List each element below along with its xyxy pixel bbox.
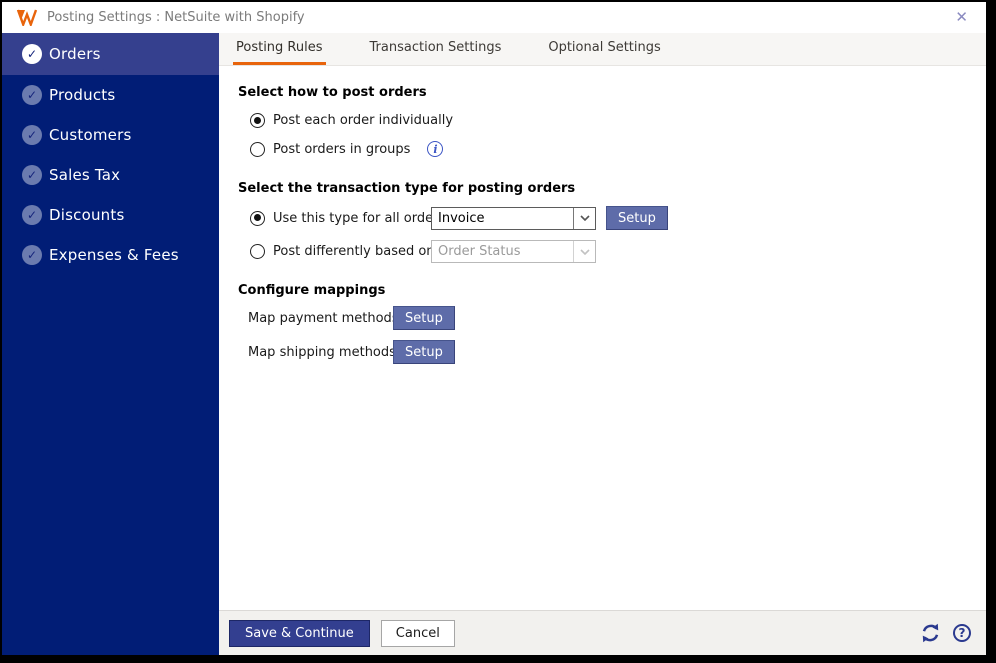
sidebar-item-label: Orders — [49, 45, 101, 63]
section-heading-transaction-type: Select the transaction type for posting … — [238, 181, 576, 196]
sidebar-item-customers[interactable]: ✓ Customers — [2, 115, 219, 155]
radio-label: Use this type for all orders: — [273, 210, 450, 226]
sidebar-item-label: Expenses & Fees — [49, 246, 179, 264]
section-heading-configure-mappings: Configure mappings — [238, 283, 386, 298]
tab-posting-rules[interactable]: Posting Rules — [233, 33, 326, 65]
section-heading-post-method: Select how to post orders — [238, 85, 427, 100]
check-circle-icon: ✓ — [22, 245, 42, 265]
window-title: Posting Settings : NetSuite with Shopify — [47, 10, 305, 25]
radio-post-individually[interactable] — [250, 113, 265, 128]
transaction-type-select[interactable]: Invoice — [431, 206, 596, 230]
map-shipping-methods-row: Map shipping methods: Setup — [248, 340, 966, 364]
check-circle-icon: ✓ — [22, 125, 42, 145]
map-payment-methods-label: Map payment methods: — [248, 310, 403, 326]
help-icon[interactable]: ? — [953, 624, 971, 642]
option-post-differently: Post differently based on: Order Status — [250, 240, 966, 263]
info-icon[interactable]: i — [427, 141, 444, 157]
cancel-button[interactable]: Cancel — [380, 619, 455, 647]
select-value: Order Status — [438, 244, 521, 259]
radio-label: Post differently based on: — [273, 244, 439, 259]
posting-settings-window: Posting Settings : NetSuite with Shopify… — [2, 2, 986, 655]
sidebar-item-label: Customers — [49, 126, 132, 144]
sidebar-item-label: Discounts — [49, 206, 125, 224]
sidebar-item-sales-tax[interactable]: ✓ Sales Tax — [2, 155, 219, 195]
tab-optional-settings[interactable]: Optional Settings — [545, 33, 663, 65]
close-icon[interactable]: ✕ — [951, 8, 972, 27]
sidebar-item-expenses-fees[interactable]: ✓ Expenses & Fees — [2, 235, 219, 275]
map-payment-methods-row: Map payment methods: Setup — [248, 306, 966, 330]
save-continue-button[interactable]: Save & Continue — [229, 619, 370, 647]
select-value: Invoice — [438, 210, 485, 226]
radio-label: Post orders in groups — [273, 141, 411, 157]
option-use-type-all-orders: Use this type for all orders: Invoice Se… — [250, 206, 966, 230]
map-shipping-methods-setup-button[interactable]: Setup — [393, 340, 455, 364]
refresh-icon[interactable] — [920, 623, 941, 643]
option-post-in-groups: Post orders in groups i — [250, 141, 966, 157]
check-circle-icon: ✓ — [22, 44, 42, 64]
post-differently-select: Order Status — [431, 240, 596, 263]
tab-bar: Posting Rules Transaction Settings Optio… — [219, 33, 986, 66]
content-area: Select how to post orders Post each orde… — [219, 66, 986, 610]
radio-post-in-groups[interactable] — [250, 141, 265, 157]
radio-post-differently[interactable] — [250, 244, 265, 259]
sidebar-item-orders[interactable]: ✓ Orders — [2, 33, 219, 75]
sidebar-item-discounts[interactable]: ✓ Discounts — [2, 195, 219, 235]
right-pane: Posting Rules Transaction Settings Optio… — [219, 33, 986, 655]
chevron-down-icon — [573, 207, 595, 229]
sidebar: ✓ Orders ✓ Products ✓ Customers ✓ Sales … — [2, 33, 219, 655]
map-payment-methods-setup-button[interactable]: Setup — [393, 306, 455, 330]
radio-use-type-all-orders[interactable] — [250, 210, 265, 226]
main-area: ✓ Orders ✓ Products ✓ Customers ✓ Sales … — [2, 33, 986, 655]
app-logo-icon — [16, 9, 38, 26]
chevron-down-icon — [573, 241, 595, 262]
titlebar: Posting Settings : NetSuite with Shopify… — [2, 2, 986, 33]
sidebar-item-label: Products — [49, 86, 116, 104]
tab-transaction-settings[interactable]: Transaction Settings — [367, 33, 505, 65]
sidebar-item-label: Sales Tax — [49, 166, 121, 184]
footer-bar: Save & Continue Cancel ? — [219, 610, 986, 655]
transaction-type-setup-button[interactable]: Setup — [606, 206, 668, 230]
radio-label: Post each order individually — [273, 113, 454, 128]
option-post-individually: Post each order individually — [250, 113, 966, 128]
check-circle-icon: ✓ — [22, 165, 42, 185]
sidebar-item-products[interactable]: ✓ Products — [2, 75, 219, 115]
check-circle-icon: ✓ — [22, 85, 42, 105]
check-circle-icon: ✓ — [22, 205, 42, 225]
map-shipping-methods-label: Map shipping methods: — [248, 344, 401, 360]
screenshot-root: { "titlebar": { "title": "Posting Settin… — [0, 0, 996, 663]
